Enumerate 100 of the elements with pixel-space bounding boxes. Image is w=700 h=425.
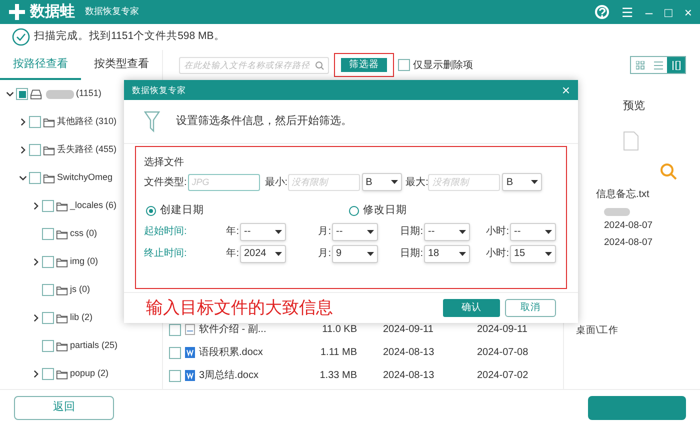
dropdown[interactable]: 15 xyxy=(510,244,556,263)
checkbox[interactable] xyxy=(42,200,54,212)
chevron-right-icon[interactable] xyxy=(32,369,40,379)
radio-label: 创建日期 xyxy=(160,203,204,218)
preview-detail: 2024-08-07 xyxy=(604,236,654,250)
tree-item-label[interactable]: img (0) xyxy=(70,255,98,269)
checkbox[interactable] xyxy=(42,284,54,296)
modified-date: 2024-07-02 xyxy=(477,369,528,383)
maximize-button[interactable]: □ xyxy=(664,6,672,18)
chevron-right-icon[interactable] xyxy=(32,313,40,323)
caret-icon xyxy=(545,230,552,234)
window-title: 数据恢复专家 xyxy=(85,5,139,18)
grid-icon xyxy=(636,60,644,70)
field-label: 最小: xyxy=(264,176,288,190)
recover-button[interactable] xyxy=(588,396,686,420)
folder-icon xyxy=(43,116,55,128)
minimize-button[interactable]: – xyxy=(645,6,653,18)
checkbox[interactable] xyxy=(42,312,54,324)
checkbox[interactable] xyxy=(169,370,181,382)
caret-icon xyxy=(459,230,466,234)
tree-item-label[interactable]: popup (2) xyxy=(70,367,109,381)
tree-item-label[interactable]: lib (2) xyxy=(70,311,93,325)
scan-status: 扫描完成。找到1151个文件共598 MB。 xyxy=(34,29,225,44)
preview-detail: 2024-08-07 xyxy=(604,218,654,232)
dropdown[interactable]: -- xyxy=(332,222,378,241)
caret-icon xyxy=(275,230,282,234)
min-size-field[interactable]: 没有限制 xyxy=(288,174,360,190)
folder-icon xyxy=(56,256,68,268)
detail-view-button[interactable] xyxy=(667,57,685,73)
help-button[interactable]: ? xyxy=(595,5,610,19)
tree-item-label[interactable]: _locales (6) xyxy=(70,199,117,213)
preview-title: 预览 xyxy=(623,99,646,114)
checkbox[interactable] xyxy=(42,228,54,240)
caret-icon xyxy=(367,252,374,256)
date-part-label: 年: xyxy=(226,225,239,240)
folder-icon xyxy=(43,172,55,184)
file-size: 11.0 KB xyxy=(321,323,357,337)
date-part-label: 小时: xyxy=(486,224,509,240)
preview-detail: 桌面\工作 xyxy=(576,324,620,338)
dropdown[interactable]: 18 xyxy=(424,244,470,263)
magnifier-icon xyxy=(660,162,678,180)
dropdown[interactable]: -- xyxy=(240,222,286,241)
radio-button[interactable] xyxy=(349,206,359,216)
dialog-instruction: 设置筛选条件信息，然后开始筛选。 xyxy=(176,114,352,130)
tree-item-label[interactable]: css (0) xyxy=(70,227,97,241)
max-size-field[interactable]: 没有限制 xyxy=(428,174,500,190)
chevron-right-icon[interactable] xyxy=(32,257,40,267)
checkbox[interactable] xyxy=(29,116,41,128)
filter-button[interactable]: 筛选器 xyxy=(341,58,387,72)
view-tab[interactable]: 按类型查看 xyxy=(81,50,162,80)
file-name: 软件介绍 - 副... xyxy=(199,323,268,337)
created-date: 2024-08-13 xyxy=(383,369,436,383)
tree-item-label[interactable]: 其他路径 (310) xyxy=(57,115,117,129)
search-icon xyxy=(315,60,324,70)
folder-icon xyxy=(56,200,68,212)
tree-item-label[interactable]: 丢失路径 (455) xyxy=(57,143,117,157)
search-field[interactable]: 在此处输入文件名称或保存路径 xyxy=(179,56,329,74)
back-button[interactable]: 返回 xyxy=(14,396,114,420)
close-button[interactable]: × xyxy=(684,6,692,18)
chevron-right-icon[interactable] xyxy=(19,145,27,155)
checkbox[interactable] xyxy=(16,88,28,100)
tree-item-label[interactable]: js (0) xyxy=(70,283,90,297)
tree-item-label[interactable]: (1151) xyxy=(76,87,102,101)
dropdown[interactable]: B xyxy=(362,173,402,191)
close-button[interactable]: × xyxy=(562,83,570,97)
chevron-right-icon[interactable] xyxy=(32,201,40,211)
cancel-button[interactable]: 取消 xyxy=(505,299,556,317)
checkbox[interactable] xyxy=(29,144,41,156)
tree-item-label[interactable]: SwitchyOmeg xyxy=(57,171,113,185)
dropdown[interactable]: 2024 xyxy=(240,244,286,263)
check-circle-icon xyxy=(12,28,30,46)
file-size: 1.11 MB xyxy=(320,346,357,360)
word-file-icon xyxy=(185,347,195,358)
checkbox[interactable] xyxy=(42,256,54,268)
chevron-down-icon[interactable] xyxy=(6,89,14,99)
checkbox[interactable] xyxy=(398,59,410,71)
file-type-field[interactable]: JPG xyxy=(188,174,260,190)
caret-icon xyxy=(275,252,282,256)
confirm-button[interactable]: 确认 xyxy=(443,299,500,317)
folder-icon xyxy=(56,312,68,324)
chevron-right-icon[interactable] xyxy=(19,117,27,127)
dropdown[interactable]: -- xyxy=(424,222,470,241)
dropdown[interactable]: -- xyxy=(510,222,556,241)
checkbox[interactable] xyxy=(169,324,181,336)
checkbox[interactable] xyxy=(42,340,54,352)
file-name: 语段积累.docx xyxy=(199,346,264,360)
checkbox[interactable] xyxy=(29,172,41,184)
checkbox[interactable] xyxy=(42,368,54,380)
dropdown[interactable]: 9 xyxy=(332,244,378,263)
chevron-down-icon[interactable] xyxy=(19,173,27,183)
dropdown[interactable]: B xyxy=(502,173,542,191)
checkbox[interactable] xyxy=(169,346,181,358)
radio-button[interactable] xyxy=(146,206,156,216)
tree-item-label[interactable]: partials (25) xyxy=(70,339,118,353)
caret-icon xyxy=(545,252,552,256)
menu-button[interactable]: ☰ xyxy=(621,6,634,18)
created-date: 2024-09-11 xyxy=(383,323,434,337)
word-file-icon xyxy=(185,370,195,381)
section-title: 选择文件 xyxy=(144,156,185,170)
view-tab[interactable]: 按路径查看 xyxy=(0,50,81,80)
